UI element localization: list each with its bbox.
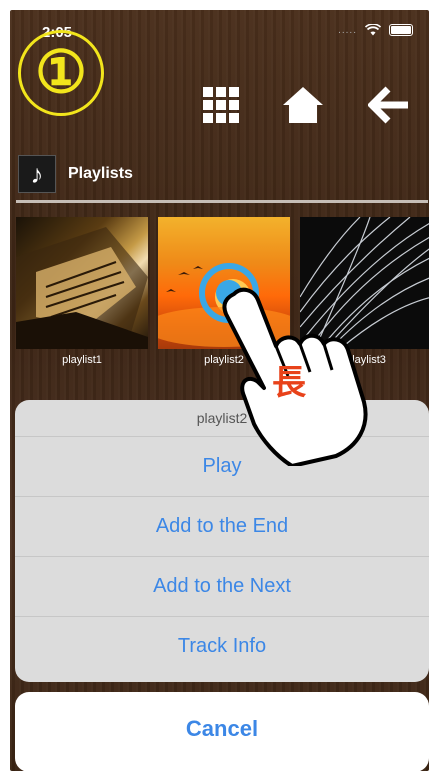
add-to-next-button[interactable]: Add to the Next <box>15 557 429 617</box>
back-arrow-icon[interactable] <box>366 82 412 128</box>
section-title: Playlists <box>68 165 133 182</box>
status-icons: ..... <box>338 24 413 36</box>
step-marker: ① <box>18 30 104 116</box>
section-header: ♪ Playlists <box>18 155 133 193</box>
app-screen: 2:05 ..... ① ♪ Playlists playlist1 playl… <box>10 10 429 771</box>
wifi-icon <box>365 24 381 36</box>
add-to-end-button[interactable]: Add to the End <box>15 497 429 557</box>
track-info-button[interactable]: Track Info <box>15 617 429 676</box>
divider <box>16 200 428 203</box>
cancel-button[interactable]: Cancel <box>15 692 429 771</box>
home-icon[interactable] <box>280 82 326 128</box>
long-press-label: 長 <box>272 364 306 402</box>
signal-dots-icon: ..... <box>338 24 357 36</box>
music-note-icon: ♪ <box>18 155 56 193</box>
grid-icon[interactable] <box>198 82 244 128</box>
playlist-tile-1[interactable] <box>16 217 148 349</box>
battery-icon <box>389 24 413 36</box>
playlist-label-1: playlist1 <box>62 354 102 366</box>
